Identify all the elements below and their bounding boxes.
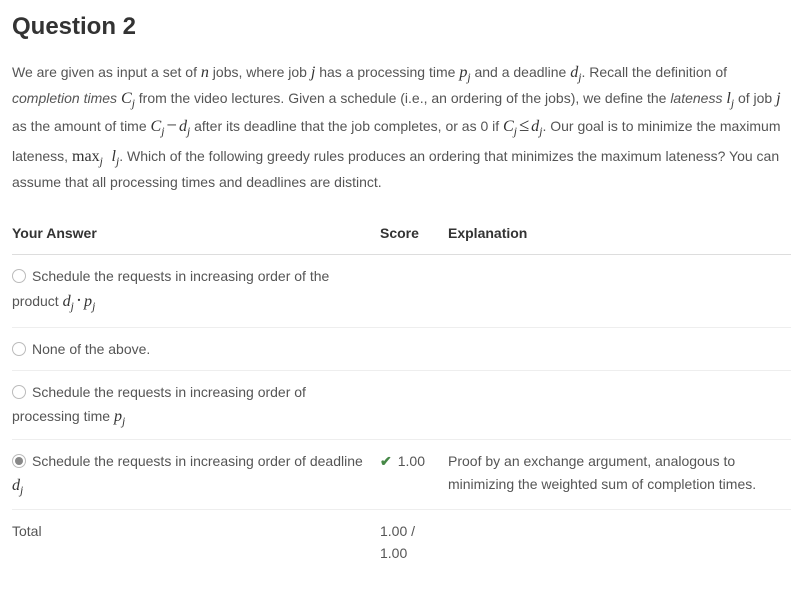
text: after its deadline that the job complete… — [190, 118, 503, 134]
table-row: Schedule the requests in increasing orde… — [12, 371, 791, 440]
math-lj: lj — [726, 90, 734, 107]
radio-icon[interactable] — [12, 342, 26, 356]
math-dj: dj — [570, 64, 581, 81]
explanation-cell — [448, 254, 791, 327]
explanation-cell — [448, 371, 791, 440]
text: has a processing time — [315, 64, 459, 80]
table-row-total: Total 1.00 / 1.00 — [12, 509, 791, 574]
math-dj-dot-pj: dj·pj — [63, 293, 96, 310]
italic-term: lateness — [670, 90, 722, 106]
header-score: Score — [380, 212, 448, 255]
text: jobs, where job — [209, 64, 311, 80]
math-pj: pj — [459, 64, 470, 81]
explanation-cell: Proof by an exchange argument, analogous… — [448, 440, 791, 509]
text: of job — [734, 90, 776, 106]
question-container: Question 2 We are given as input a set o… — [0, 0, 803, 594]
math-dj: dj — [12, 477, 23, 494]
italic-term: completion times — [12, 90, 117, 106]
option-text: None of the above. — [32, 341, 150, 357]
table-row: None of the above. — [12, 327, 791, 370]
question-title: Question 2 — [12, 8, 791, 46]
score-cell — [380, 371, 448, 440]
text: . Which of the following greedy rules pr… — [12, 148, 779, 191]
total-label: Total — [12, 509, 380, 574]
math-max-lj: maxj lj — [72, 148, 119, 165]
text: from the video lectures. Given a schedul… — [135, 90, 670, 106]
header-answer: Your Answer — [12, 212, 380, 255]
score-cell: ✔ 1.00 — [380, 440, 448, 509]
text: and a deadline — [471, 64, 571, 80]
text: We are given as input a set of — [12, 64, 201, 80]
radio-icon-selected[interactable] — [12, 454, 26, 468]
text: as the amount of time — [12, 118, 151, 134]
math-j: j — [776, 90, 780, 107]
score-cell — [380, 254, 448, 327]
explanation-cell — [448, 327, 791, 370]
math-Cj-leq-dj: Cj≤dj — [503, 118, 542, 135]
option-text: Schedule the requests in increasing orde… — [12, 384, 306, 423]
score-cell — [380, 327, 448, 370]
answer-table: Your Answer Score Explanation Schedule t… — [12, 212, 791, 575]
question-prompt: We are given as input a set of n jobs, w… — [12, 60, 791, 193]
total-explanation — [448, 509, 791, 574]
check-icon: ✔ — [380, 450, 392, 472]
total-score: 1.00 / 1.00 — [380, 509, 448, 574]
option-text: Schedule the requests in increasing orde… — [12, 453, 363, 492]
table-row: Schedule the requests in increasing orde… — [12, 440, 791, 509]
score-value: 1.00 — [398, 453, 425, 469]
math-Cj: Cj — [121, 90, 135, 107]
radio-icon[interactable] — [12, 269, 26, 283]
math-pj: pj — [114, 408, 125, 425]
math-Cj-minus-dj: Cj−dj — [151, 118, 191, 135]
text: . Recall the definition of — [581, 64, 727, 80]
math-n: n — [201, 64, 209, 81]
header-explanation: Explanation — [448, 212, 791, 255]
table-row: Schedule the requests in increasing orde… — [12, 254, 791, 327]
radio-icon[interactable] — [12, 385, 26, 399]
option-text: Schedule the requests in increasing orde… — [12, 268, 329, 309]
